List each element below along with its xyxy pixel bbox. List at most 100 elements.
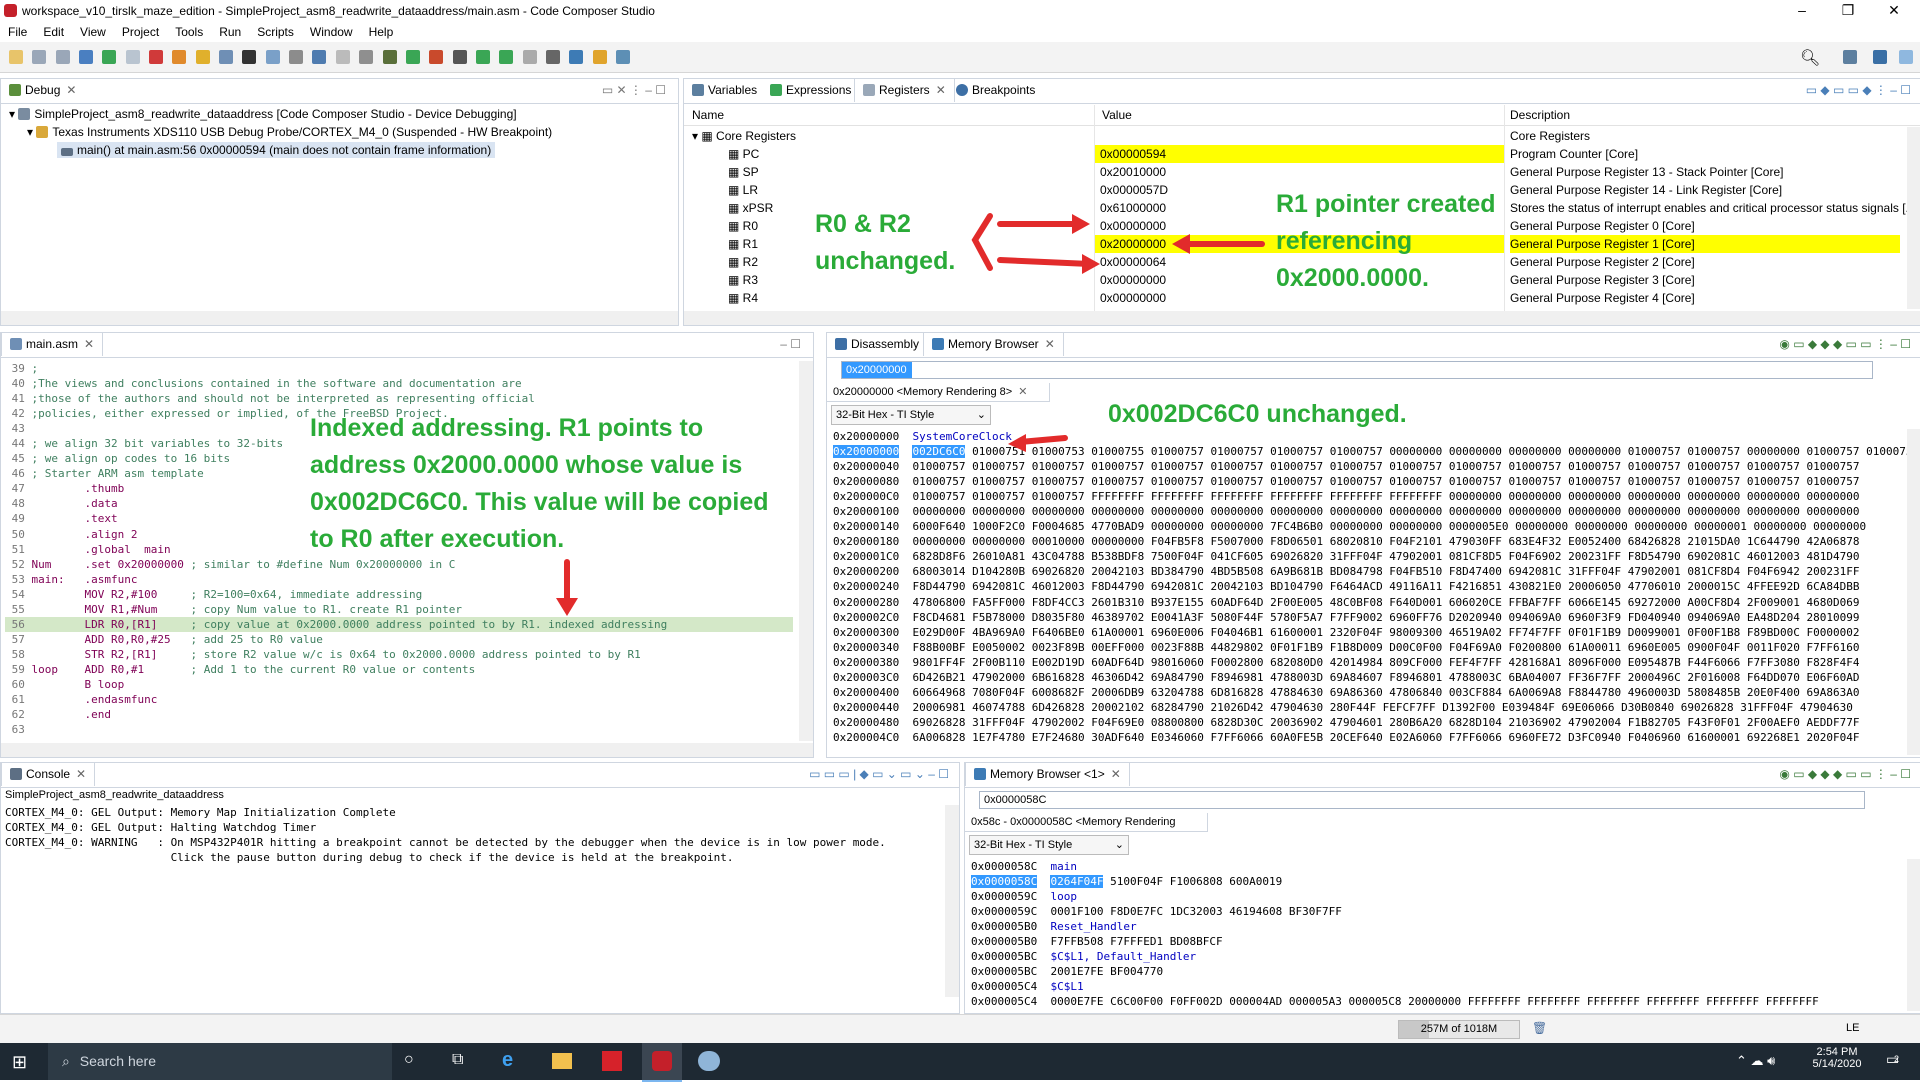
memory2-toolbar-icons[interactable]: ◉ ▭ ◆ ◆ ◆ ▭ ▭ ⋮ – ☐: [1779, 767, 1911, 781]
code-line[interactable]: 55 MOV R1,#Num ; copy Num value to R1. c…: [5, 602, 793, 617]
tab-registers[interactable]: Registers ✕: [854, 79, 955, 102]
code-line[interactable]: 61 .endasmfunc: [5, 692, 793, 707]
code-line[interactable]: 59 loop ADD R0,#1 ; Add 1 to the current…: [5, 662, 793, 677]
memory-row[interactable]: 0x20000340 F88B00BF E0050002 0023F89B 00…: [833, 640, 1905, 655]
code-line[interactable]: 60 B loop: [5, 677, 793, 692]
tray-icons[interactable]: ⌃ ☁ 🔊︎: [1736, 1053, 1775, 1069]
acrobat-icon[interactable]: [602, 1051, 622, 1071]
tab-breakpoints[interactable]: Breakpoints: [948, 79, 1043, 102]
close-icon[interactable]: ✕: [66, 83, 76, 97]
debug-view-icon[interactable]: [79, 50, 94, 64]
register-row[interactable]: ▦ SP 0x20010000 General Purpose Register 1…: [684, 163, 1905, 181]
code-line[interactable]: 58 STR R2,[R1] ; store R2 value w/c is 0…: [5, 647, 793, 662]
window-icon[interactable]: [615, 50, 630, 64]
cortana-icon[interactable]: ○: [404, 1051, 414, 1069]
memory2-vscrollbar[interactable]: [1907, 859, 1920, 1011]
paint-icon[interactable]: [698, 1051, 720, 1071]
menu-edit[interactable]: Edit: [35, 22, 72, 39]
memory-row[interactable]: 0x20000180 00000000 00000000 00010000 00…: [833, 534, 1905, 549]
memory2-row[interactable]: 0x0000058C main: [971, 859, 1901, 874]
heap-status[interactable]: 257M of 1018M: [1398, 1020, 1520, 1039]
memory2-row[interactable]: 0x000005C4 $C$L1: [971, 979, 1901, 994]
build-icon[interactable]: [312, 50, 327, 64]
menu-run[interactable]: Run: [211, 22, 249, 39]
view-menu-icon[interactable]: ▭ ✕ ⋮ – ☐: [602, 83, 666, 97]
tab-debug[interactable]: Debug ✕: [1, 79, 84, 102]
debug-icon[interactable]: [382, 50, 397, 64]
minimize-button[interactable]: –: [1782, 2, 1822, 18]
memory2-row[interactable]: 0x0000058C 0264F04F 5100F04F F1006808 60…: [971, 874, 1901, 889]
perspective-active-icon[interactable]: [1899, 50, 1913, 64]
memory-rendering-tab[interactable]: 0x20000000 <Memory Rendering 8> ✕: [827, 383, 1050, 402]
memory2-row[interactable]: 0x0000059C loop: [971, 889, 1901, 904]
close-icon[interactable]: ✕: [84, 337, 94, 351]
col-value[interactable]: Value: [1102, 108, 1132, 122]
memory-row[interactable]: 0x200001C0 6828D8F6 26010A81 43C04788 B5…: [833, 549, 1905, 564]
console-toolbar-icons[interactable]: ▭ ▭ ▭ | ◆ ▭ ⌄ ▭ ⌄ – ☐: [809, 767, 949, 781]
memory-selected-word[interactable]: 002DC6C0: [912, 445, 966, 459]
edge-icon[interactable]: e: [502, 1049, 513, 1072]
tab-console[interactable]: Console ✕: [1, 763, 96, 786]
memory2-format-select[interactable]: 32-Bit Hex - TI Style ⌄: [969, 835, 1129, 855]
taskbar-search[interactable]: ⌕ Search here: [48, 1043, 392, 1080]
memory2-rendering-tab[interactable]: 0x58c - 0x0000058C <Memory Rendering 7>✕: [965, 813, 1208, 846]
memory-row[interactable]: 0x20000040 01000757 01000757 01000757 01…: [833, 459, 1905, 474]
menu-file[interactable]: File: [0, 22, 35, 39]
memory-row[interactable]: 0x200000C0 01000757 01000757 01000757 FF…: [833, 489, 1905, 504]
search-icon[interactable]: 🔍︎: [1800, 48, 1820, 68]
memory-row[interactable]: 0x20000440 20006981 46074788 6D426828 20…: [833, 700, 1905, 715]
menu-view[interactable]: View: [72, 22, 114, 39]
tab-disassembly[interactable]: Disassembly: [827, 333, 927, 356]
editor-hscrollbar[interactable]: [1, 743, 813, 757]
connect-icon[interactable]: [265, 50, 280, 64]
save-icon[interactable]: [32, 50, 47, 64]
memory2-row[interactable]: 0x000005B0 F7FFB508 F7FFFED1 BD08BFCF: [971, 934, 1901, 949]
step-return-icon[interactable]: [499, 50, 514, 64]
memory-row[interactable]: 0x20000000 002DC6C0 01000751 01000753 01…: [833, 444, 1919, 459]
step-over-icon[interactable]: [475, 50, 490, 64]
tree-item-session[interactable]: ▾ SimpleProject_asm8_readwrite_dataaddre…: [9, 105, 678, 123]
memory-table[interactable]: 0x20000000 SystemCoreClock 0x20000000 002…: [833, 429, 1919, 744]
tree-item-frame[interactable]: main() at main.asm:56 0x00000594 (main d…: [57, 141, 678, 159]
run-icon[interactable]: [405, 50, 420, 64]
perspective-cc-icon[interactable]: [1843, 50, 1857, 64]
memory-row[interactable]: 0x20000200 68003014 D104280B 69026820 20…: [833, 564, 1905, 579]
close-icon[interactable]: ✕: [1111, 767, 1121, 781]
flash-icon[interactable]: [359, 50, 374, 64]
save-all-icon[interactable]: [55, 50, 70, 64]
code-line[interactable]: 54 MOV R2,#100 ; R2=100=0x64, immediate …: [5, 587, 793, 602]
console-vscrollbar[interactable]: [945, 805, 959, 997]
memory-row[interactable]: 0x20000380 9801FF4F 2F00B110 E002D19D 60…: [833, 655, 1905, 670]
code-line[interactable]: 39 ;: [5, 361, 793, 376]
new-icon[interactable]: [9, 50, 23, 64]
registers-vscrollbar[interactable]: [1907, 127, 1920, 309]
editor-vscrollbar[interactable]: [799, 361, 813, 741]
menu-project[interactable]: Project: [114, 22, 167, 39]
tab-expressions[interactable]: Expressions: [762, 79, 859, 102]
code-line[interactable]: 57 ADD R0,R0,#25 ; add 25 to R0 value: [5, 632, 793, 647]
code-line[interactable]: 41 ;those of the authors and should not …: [5, 391, 793, 406]
memory-row[interactable]: 0x20000480 69026828 31FFF04F 47902002 F0…: [833, 715, 1905, 730]
terminate-icon[interactable]: [149, 50, 164, 64]
maximize-button[interactable]: ❐: [1828, 2, 1868, 19]
memory2-row[interactable]: 0x000005B0 Reset_Handler: [971, 919, 1901, 934]
external-tools-icon[interactable]: [429, 50, 444, 64]
memory2-table[interactable]: 0x0000058C main 0x0000058C 0264F04F 5100F…: [971, 859, 1901, 1009]
trash-icon[interactable]: 🗑︎: [1532, 1021, 1547, 1035]
clock[interactable]: 2:54 PM 5/14/2020: [1802, 1046, 1872, 1070]
link-icon[interactable]: [289, 50, 304, 64]
memory-row[interactable]: 0x20000400 60664968 7080F04F 6008682F 20…: [833, 685, 1905, 700]
menu-window[interactable]: Window: [302, 22, 361, 39]
close-button[interactable]: ✕: [1874, 2, 1914, 19]
terminal-icon[interactable]: [545, 50, 560, 64]
task-view-icon[interactable]: ⧉: [452, 1051, 463, 1069]
menu-tools[interactable]: Tools: [167, 22, 211, 39]
memory2-row[interactable]: 0x000005BC 2001E7FE BF004770: [971, 964, 1901, 979]
tab-main-asm[interactable]: main.asm ✕: [1, 333, 104, 356]
pin-icon[interactable]: [592, 50, 607, 64]
code-line[interactable]: 62 .end: [5, 707, 793, 722]
memory2-row[interactable]: 0x000005C4 0000E7FE C6C00F00 F0FF002D 00…: [971, 994, 1901, 1009]
reset-icon[interactable]: [172, 50, 187, 64]
memory-row[interactable]: 0x200002C0 F8CD4681 F5B78000 D8035F80 46…: [833, 610, 1905, 625]
file-explorer-icon[interactable]: [552, 1053, 572, 1069]
